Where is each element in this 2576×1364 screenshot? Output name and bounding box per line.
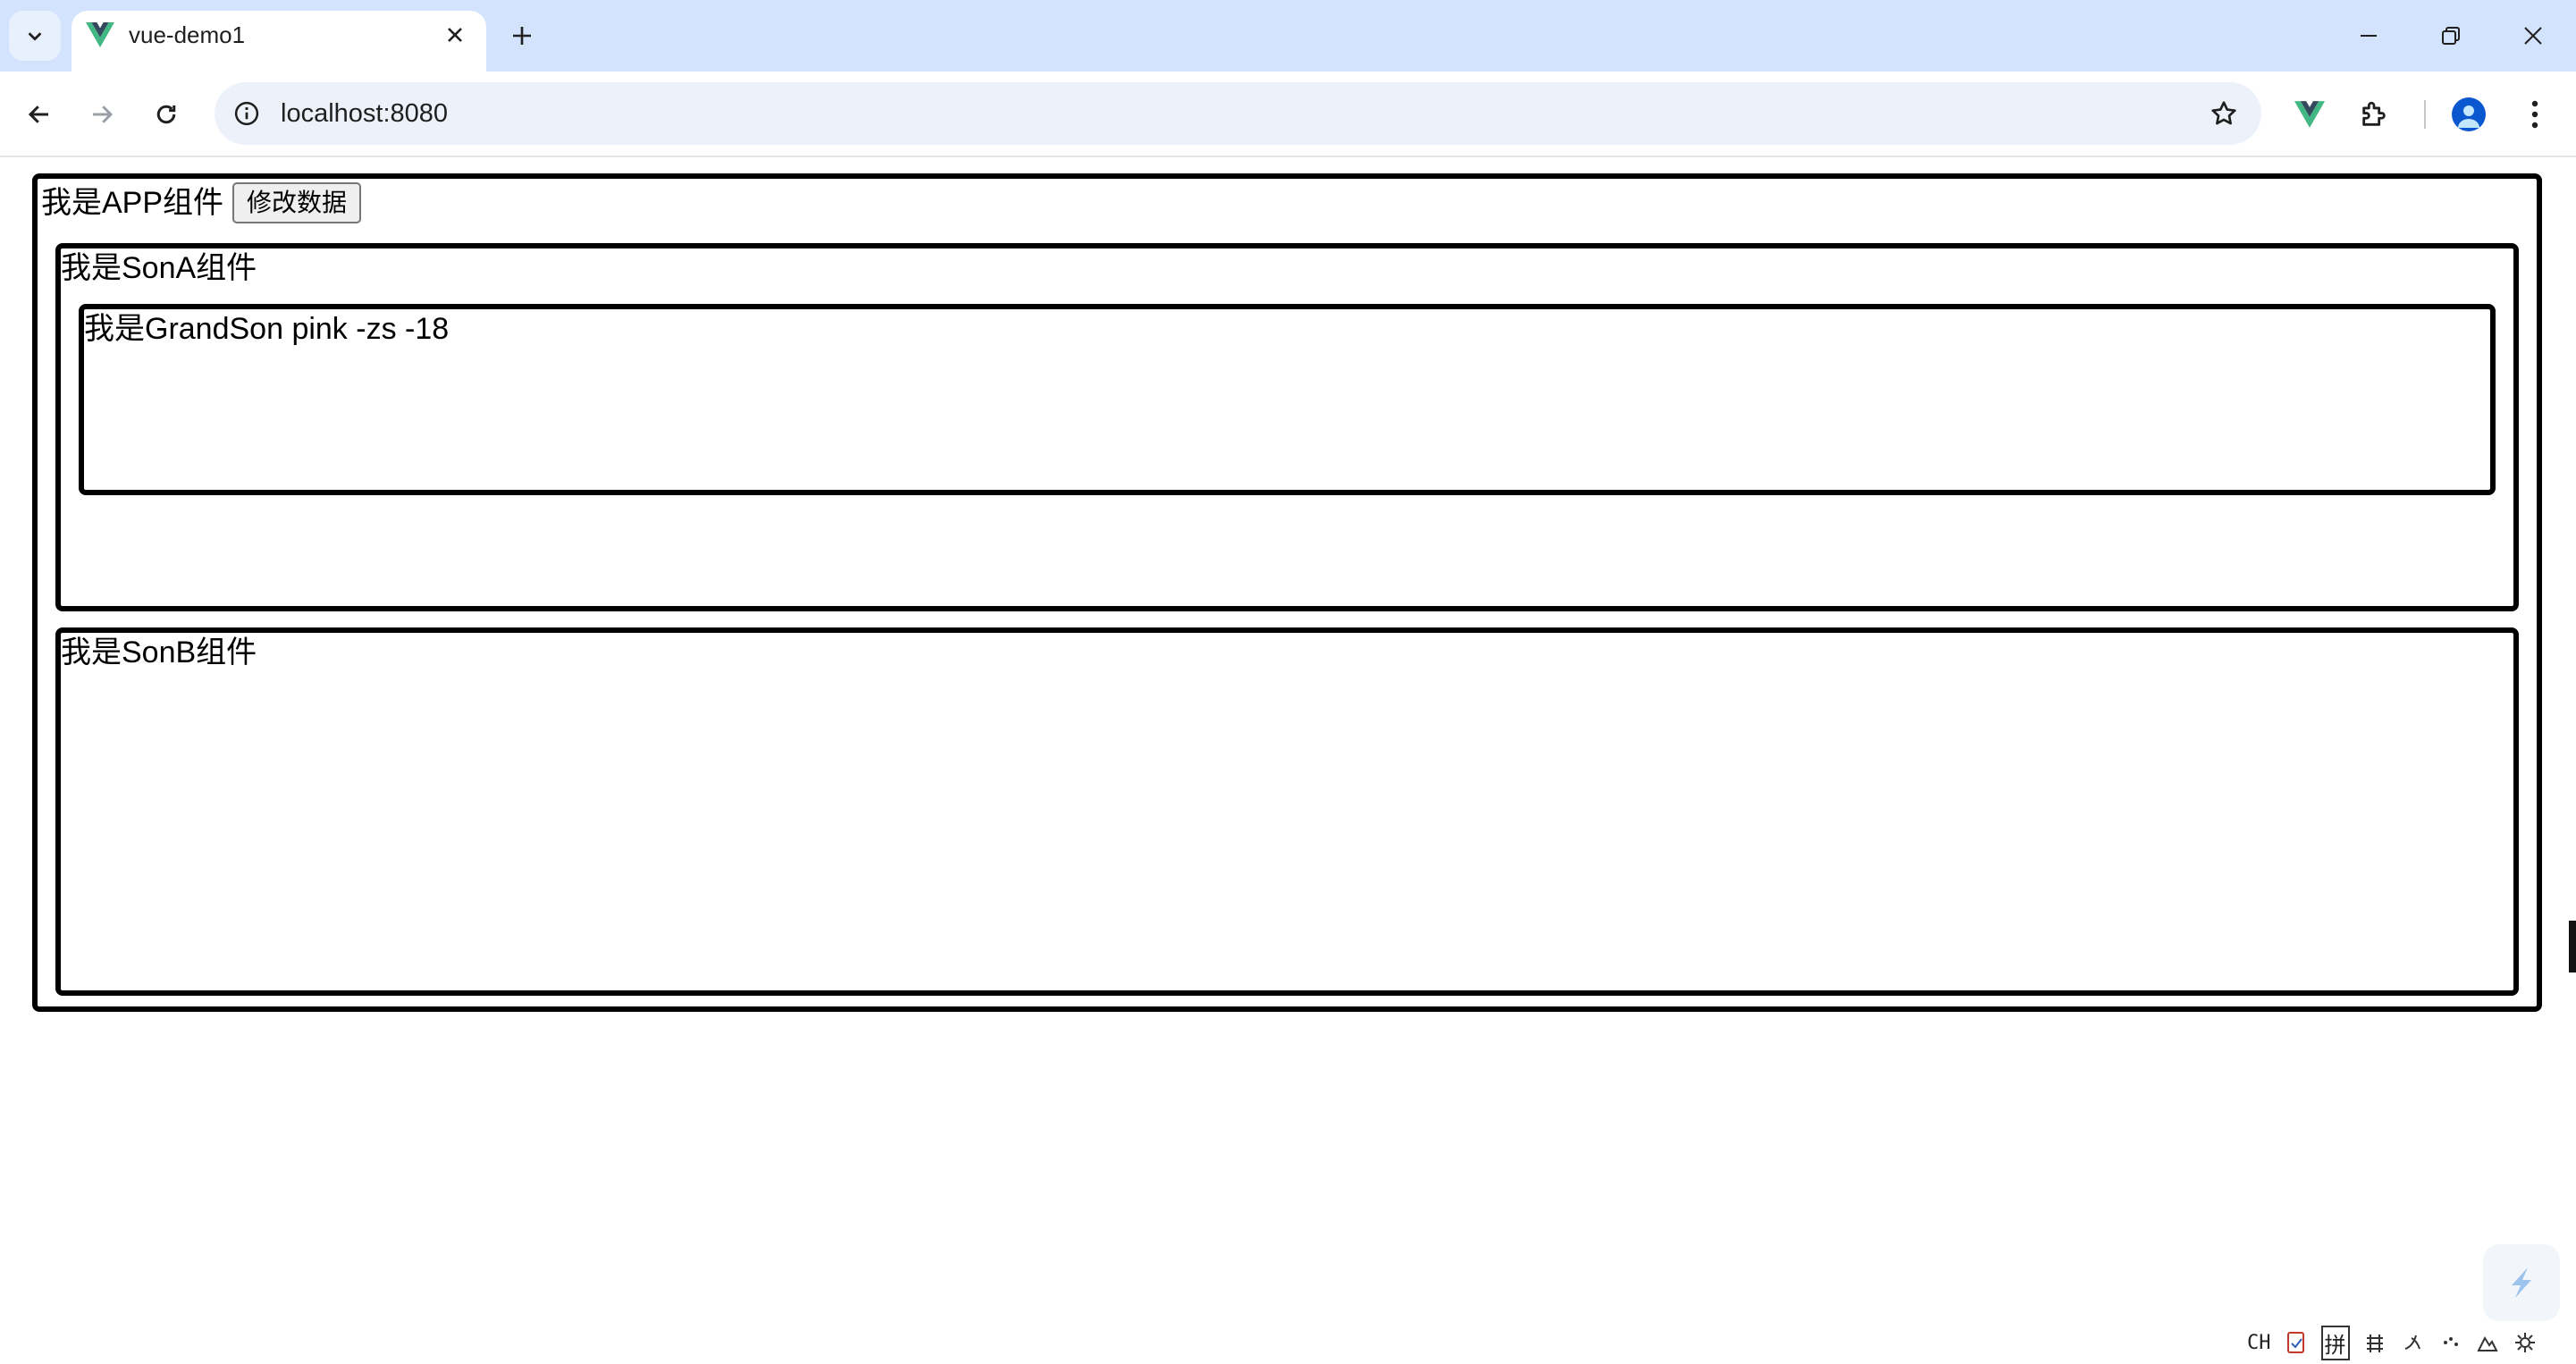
extensions-button[interactable]: [2349, 89, 2399, 139]
star-icon: [2211, 101, 2236, 125]
settings-gear-icon[interactable]: [2513, 1330, 2538, 1355]
vue-devtools-button[interactable]: [2285, 89, 2335, 139]
assistant-icon: [2512, 1267, 2531, 1298]
reload-button[interactable]: [141, 89, 191, 139]
active-tab[interactable]: vue-demo1: [72, 11, 486, 72]
plus-icon: [513, 27, 531, 45]
close-icon: [448, 28, 462, 42]
tray-app-icon-3[interactable]: [2437, 1330, 2462, 1355]
restore-button[interactable]: [2424, 13, 2478, 59]
app-component-label: 我是APP组件: [41, 186, 224, 220]
tab-search-button[interactable]: [9, 11, 61, 61]
kebab-menu-icon: [2531, 100, 2538, 129]
browser-menu-button[interactable]: [2510, 89, 2560, 139]
toolbar-divider: [2424, 100, 2426, 129]
grandson-component-box: 我是GrandSon pink -zs -18: [79, 304, 2496, 495]
address-bar[interactable]: localhost:8080: [215, 82, 2261, 145]
floating-assistant-button[interactable]: [2483, 1244, 2560, 1321]
profile-icon: [2452, 97, 2486, 131]
system-tray: CH 拼: [2235, 1321, 2576, 1364]
app-header-line: 我是APP组件 修改数据: [41, 182, 362, 223]
reload-icon: [156, 105, 176, 124]
ime-tool-icon[interactable]: [2284, 1330, 2309, 1355]
back-arrow-icon: [28, 105, 48, 123]
grandson-component-label: 我是GrandSon pink -zs -18: [84, 312, 450, 346]
minimize-icon: [2361, 35, 2377, 37]
url-text[interactable]: localhost:8080: [281, 99, 448, 128]
bookmark-button[interactable]: [2204, 94, 2243, 133]
minimize-button[interactable]: [2342, 13, 2395, 59]
ime-mode-indicator[interactable]: CH: [2247, 1332, 2271, 1354]
back-button[interactable]: [14, 89, 64, 139]
vue-devtools-icon: [2294, 101, 2325, 128]
tray-app-icon-4[interactable]: [2475, 1330, 2500, 1355]
browser-toolbar: localhost:8080: [0, 72, 2576, 157]
window-close-button[interactable]: [2506, 13, 2560, 59]
site-info-button[interactable]: [225, 92, 268, 135]
tab-title: vue-demo1: [129, 21, 246, 48]
extensions-icon: [2362, 101, 2386, 126]
tray-app-icon-1[interactable]: [2362, 1330, 2387, 1355]
sonb-component-box: 我是SonB组件: [55, 627, 2519, 996]
scrollbar-edge[interactable]: [2569, 921, 2576, 972]
forward-button[interactable]: [77, 89, 127, 139]
modify-data-button[interactable]: 修改数据: [232, 182, 362, 223]
window-close-icon: [2524, 27, 2542, 45]
restore-icon: [2442, 27, 2460, 45]
pinyin-indicator[interactable]: 拼: [2320, 1325, 2350, 1360]
forward-arrow-icon: [93, 105, 114, 123]
sona-component-box: 我是SonA组件 我是GrandSon pink -zs -18: [55, 243, 2519, 611]
sona-component-label: 我是SonA组件: [61, 251, 257, 285]
vue-favicon-icon: [86, 22, 114, 47]
sonb-component-label: 我是SonB组件: [61, 636, 257, 669]
tab-close-button[interactable]: [442, 21, 468, 48]
profile-button[interactable]: [2444, 89, 2494, 139]
app-component-box: 我是APP组件 修改数据 我是SonA组件 我是GrandSon pink -z…: [32, 173, 2542, 1012]
chevron-down-icon: [28, 32, 42, 41]
tray-app-icon-2[interactable]: [2400, 1330, 2425, 1355]
site-info-icon: [234, 101, 259, 126]
new-tab-button[interactable]: [506, 20, 538, 52]
tab-strip: vue-demo1: [0, 0, 2576, 72]
